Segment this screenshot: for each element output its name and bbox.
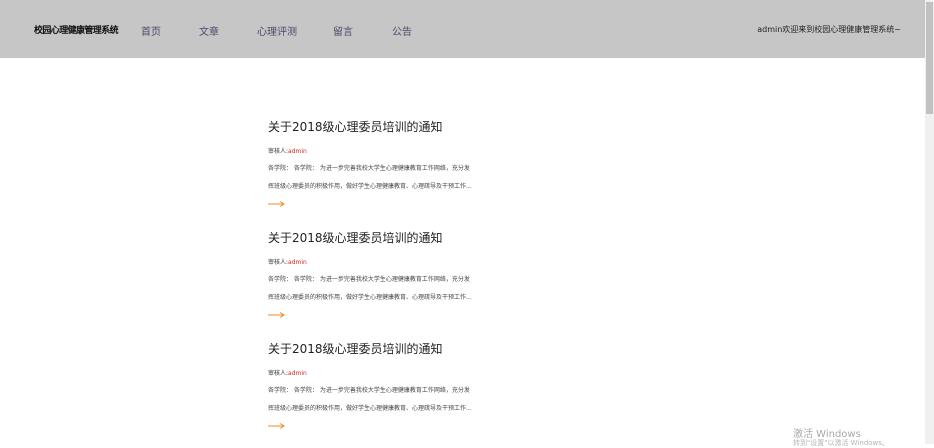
article-excerpt-line: 挥班级心理委员的积极作用，做好学生心理健康教育、心理疏导及干预工作... (268, 294, 472, 301)
article-excerpt-line: 各学院： 各学院： 为进一步完善我校大学生心理健康教育工作网络，充分发 (268, 165, 470, 172)
article-meta: 审核人:admin (268, 146, 307, 155)
author-label: 审核人: (268, 259, 289, 266)
article-excerpt-line: 各学院： 各学院： 为进一步完善我校大学生心理健康教育工作网络，充分发 (268, 276, 470, 283)
article-excerpt-line: 挥班级心理委员的积极作用，做好学生心理健康教育、心理疏导及干预工作... (268, 183, 472, 190)
nav-psych-test[interactable]: 心理评测 (257, 23, 297, 38)
author-label: 审核人: (268, 370, 289, 377)
user-greeting: admin欢迎来到校园心理健康管理系统~ (757, 25, 901, 34)
vertical-scrollbar[interactable] (925, 0, 934, 444)
arrow-right-icon[interactable] (268, 200, 286, 208)
windows-activation-hint: 转到"设置"以激活 Windows。 (793, 439, 889, 447)
author-name: admin (288, 259, 307, 266)
author-label: 审核人: (268, 148, 289, 155)
scrollbar-thumb[interactable] (926, 2, 933, 114)
article-excerpt-line: 挥班级心理委员的积极作用，做好学生心理健康教育、心理疏导及干预工作... (268, 405, 472, 412)
nav-articles[interactable]: 文章 (199, 23, 219, 38)
arrow-right-icon[interactable] (268, 422, 286, 430)
article-title[interactable]: 关于2018级心理委员培训的通知 (268, 118, 443, 135)
top-header: 校园心理健康管理系统 首页 文章 心理评测 留言 公告 admin欢迎来到校园心… (0, 0, 925, 58)
article-excerpt-line: 各学院： 各学院： 为进一步完善我校大学生心理健康教育工作网络，充分发 (268, 387, 470, 394)
author-name: admin (288, 370, 307, 377)
site-logo[interactable]: 校园心理健康管理系统 (34, 23, 119, 36)
nav-messages[interactable]: 留言 (333, 23, 353, 38)
arrow-right-icon[interactable] (268, 311, 286, 319)
article-meta: 审核人:admin (268, 257, 307, 266)
article-meta: 审核人:admin (268, 368, 307, 377)
article-title[interactable]: 关于2018级心理委员培训的通知 (268, 229, 443, 246)
nav-home[interactable]: 首页 (141, 23, 161, 38)
nav-announcements[interactable]: 公告 (392, 23, 412, 38)
article-title[interactable]: 关于2018级心理委员培训的通知 (268, 340, 443, 357)
author-name: admin (288, 148, 307, 155)
